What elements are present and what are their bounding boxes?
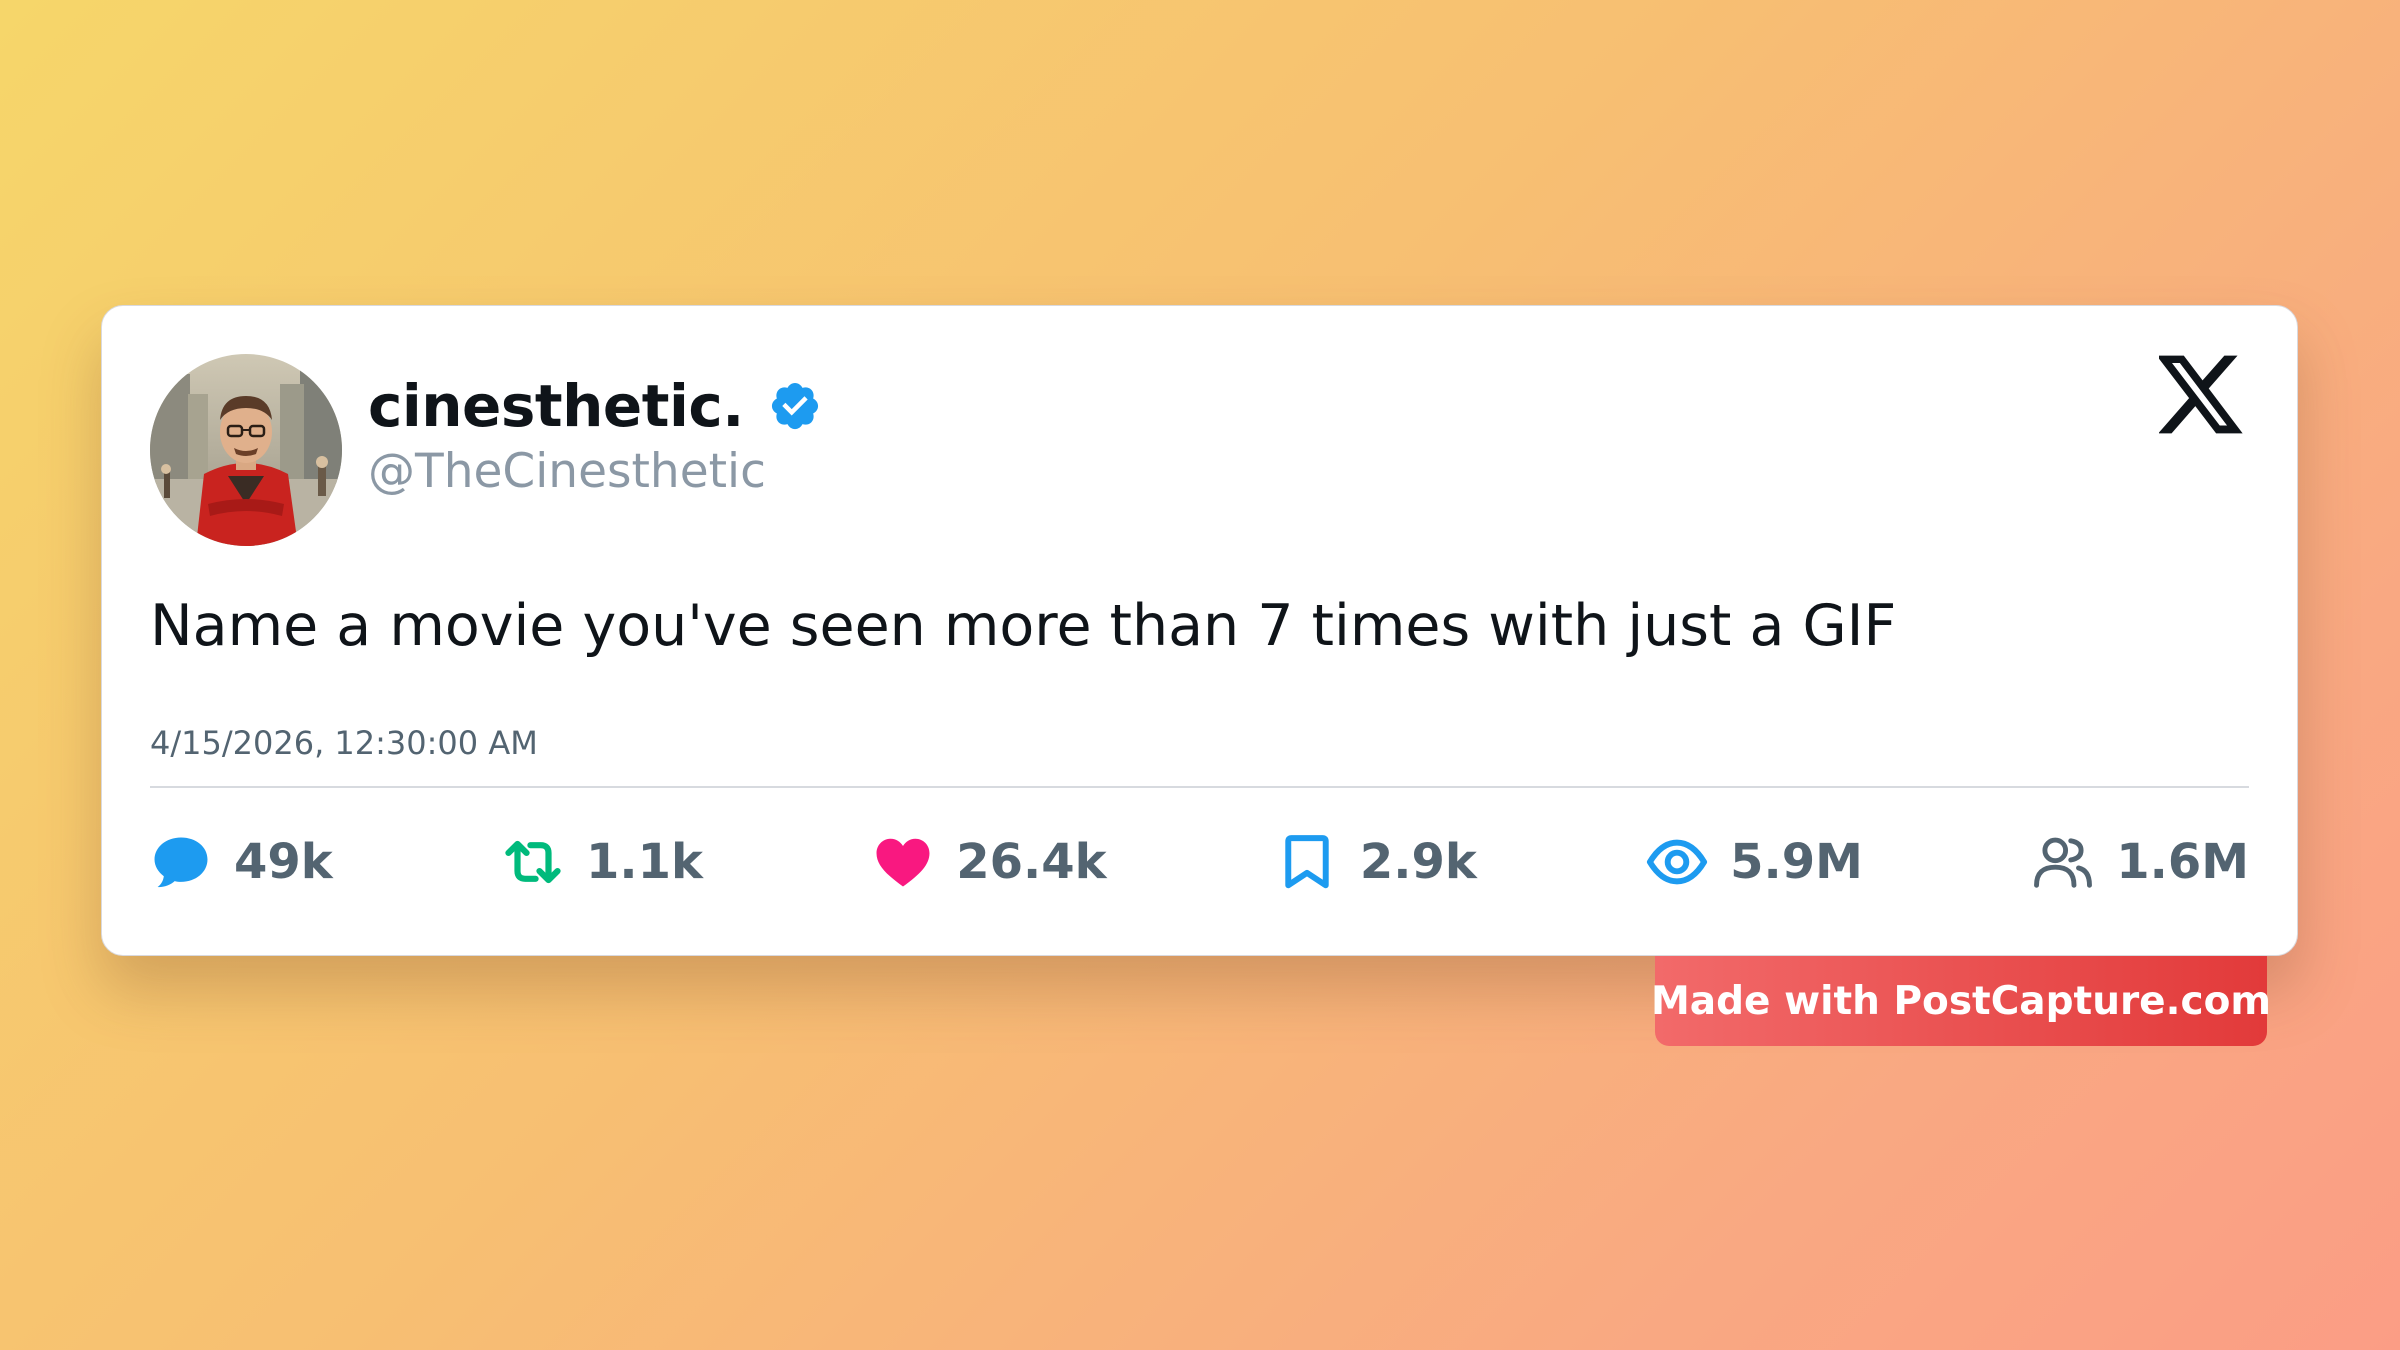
post-text: Name a movie you've seen more than 7 tim… xyxy=(150,593,1897,659)
postcapture-badge[interactable]: Made with PostCapture.com xyxy=(1651,956,2271,1046)
verified-badge-icon xyxy=(768,379,822,433)
user-handle[interactable]: @TheCinesthetic xyxy=(368,444,766,499)
divider xyxy=(150,786,2249,788)
stat-reposts-value: 1.1k xyxy=(586,834,703,890)
stat-followers[interactable]: 1.6M xyxy=(2032,821,2249,903)
stat-replies[interactable]: 49k xyxy=(150,821,333,903)
stat-views[interactable]: 5.9M xyxy=(1646,821,1863,903)
eye-icon xyxy=(1646,831,1708,893)
stat-replies-value: 49k xyxy=(234,834,333,890)
stat-reposts[interactable]: 1.1k xyxy=(502,821,703,903)
users-icon xyxy=(2032,831,2094,893)
stat-likes[interactable]: 26.4k xyxy=(872,821,1107,903)
repost-icon xyxy=(502,831,564,893)
heart-icon xyxy=(872,831,934,893)
x-logo-icon[interactable] xyxy=(2156,354,2245,436)
stat-bookmarks-value: 2.9k xyxy=(1359,834,1477,890)
post-timestamp[interactable]: 4/15/2026, 12:30:00 AM xyxy=(150,724,538,762)
display-name[interactable]: cinesthetic. xyxy=(368,372,744,440)
post-card: cinesthetic. @TheCinesthetic Name a movi… xyxy=(101,305,2298,956)
avatar-photo xyxy=(150,354,342,546)
engagement-stats: 49k 1.1k 26.4k 2.9k 5.9M 1.6M xyxy=(150,821,2249,903)
name-row: cinesthetic. xyxy=(368,364,822,448)
avatar[interactable] xyxy=(150,354,342,546)
stat-likes-value: 26.4k xyxy=(956,834,1107,890)
bookmark-icon xyxy=(1276,831,1338,893)
comment-icon xyxy=(150,831,212,893)
postcapture-badge-label: Made with PostCapture.com xyxy=(1651,978,2272,1024)
stat-views-value: 5.9M xyxy=(1730,834,1863,890)
stat-bookmarks[interactable]: 2.9k xyxy=(1276,821,1477,903)
stat-followers-value: 1.6M xyxy=(2116,834,2249,890)
